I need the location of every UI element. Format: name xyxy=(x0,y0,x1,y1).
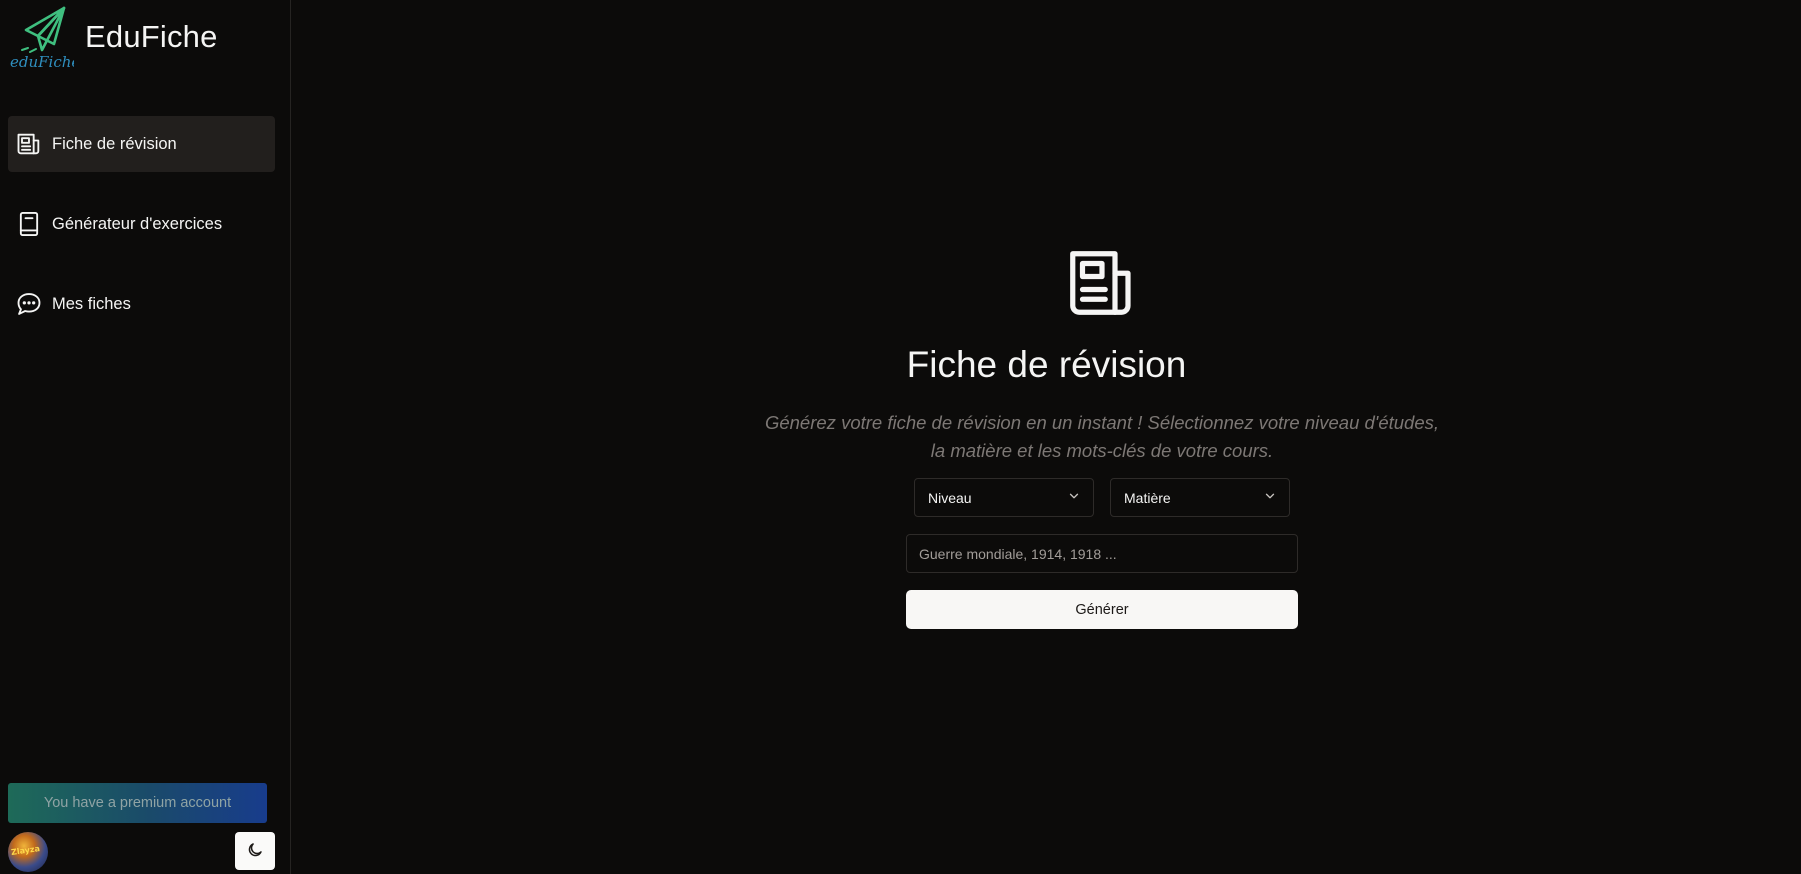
chevron-down-icon xyxy=(1263,489,1277,506)
level-select-value: Niveau xyxy=(928,489,972,506)
sidebar-item-label: Mes fiches xyxy=(52,294,131,313)
sidebar: eduFiche EduFiche Fiche de révision Géné… xyxy=(0,0,291,874)
sidebar-item-mes-fiches[interactable]: Mes fiches xyxy=(8,276,275,332)
newspaper-icon xyxy=(1062,244,1142,322)
book-icon xyxy=(14,209,44,239)
sidebar-item-fiche-de-revision[interactable]: Fiche de révision xyxy=(8,116,275,172)
brand[interactable]: eduFiche EduFiche xyxy=(8,4,218,71)
paper-plane-logo-icon: eduFiche xyxy=(8,4,80,71)
message-dots-icon xyxy=(14,289,44,319)
chevron-down-icon xyxy=(1067,489,1081,506)
avatar-logo-text: Zlayza xyxy=(10,844,41,857)
moon-icon xyxy=(246,841,264,862)
page-title: Fiche de révision xyxy=(906,344,1187,385)
generate-button[interactable]: Générer xyxy=(906,590,1298,629)
sidebar-item-generateur-exercices[interactable]: Générateur d'exercices xyxy=(8,196,275,252)
newspaper-icon xyxy=(14,129,44,159)
premium-account-button[interactable]: You have a premium account xyxy=(8,783,267,823)
level-select[interactable]: Niveau xyxy=(914,478,1094,517)
page-subtitle: Générez votre fiche de révision en un in… xyxy=(764,412,1440,461)
subject-select-value: Matière xyxy=(1124,489,1171,506)
app-title: EduFiche xyxy=(85,19,218,54)
sidebar-item-label: Générateur d'exercices xyxy=(52,214,223,233)
subject-select[interactable]: Matière xyxy=(1110,478,1290,517)
avatar[interactable]: Zlayza xyxy=(8,832,48,872)
keywords-input[interactable] xyxy=(906,534,1298,573)
app-root: eduFiche EduFiche Fiche de révision Géné… xyxy=(0,0,1801,874)
theme-toggle-button[interactable] xyxy=(235,832,275,870)
sidebar-item-label: Fiche de révision xyxy=(52,134,177,153)
svg-text:eduFiche: eduFiche xyxy=(10,53,74,70)
